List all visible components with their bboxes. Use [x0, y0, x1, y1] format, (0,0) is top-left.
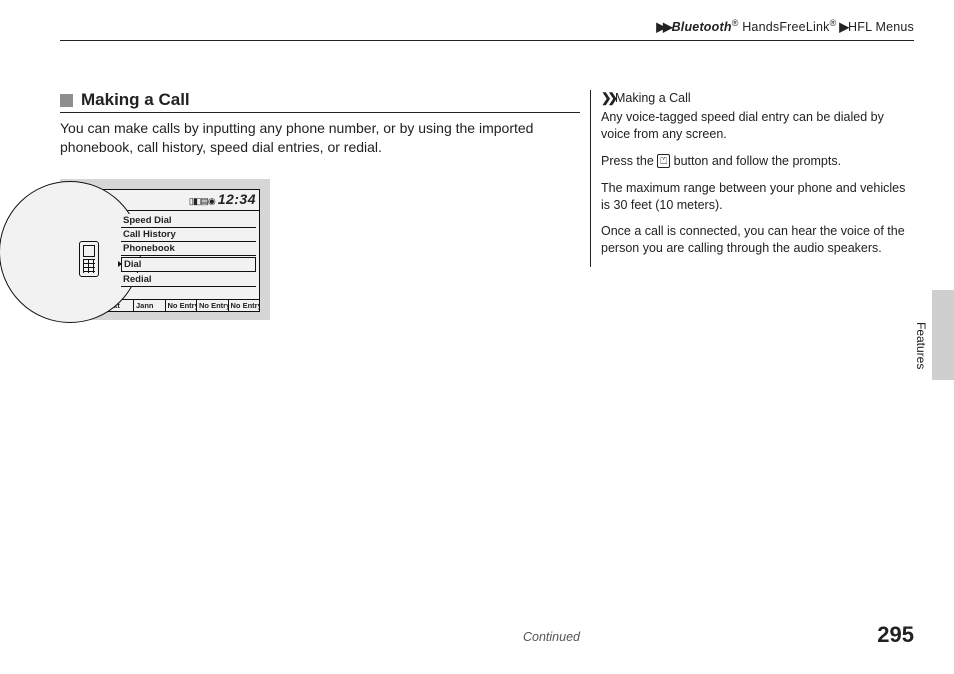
header-rule: [60, 40, 914, 41]
lcd-softkey: No Entry: [229, 300, 260, 311]
sidebar-arrows-icon: ❯❯: [601, 91, 614, 105]
breadcrumb-menus: HFL Menus: [848, 20, 914, 34]
breadcrumb-r2: ®: [830, 18, 837, 28]
breadcrumb-hfl: HandsFreeLink: [739, 20, 830, 34]
talk-button-icon: ⏍: [657, 154, 670, 168]
lcd-menu-item: Speed Dial: [121, 214, 256, 228]
arc-decoration: [0, 181, 141, 323]
square-bullet-icon: [60, 94, 73, 107]
lcd-screen: Phone ▯◧▤◉12:34 Speed DialCall HistoryPh…: [70, 189, 260, 312]
page-number: 295: [877, 622, 914, 648]
breadcrumb-bluetooth: Bluetooth: [672, 20, 732, 34]
main-content: Making a Call You can make calls by inpu…: [60, 90, 580, 320]
intro-text: You can make calls by inputting any phon…: [60, 119, 580, 157]
sidebar-heading: ❯❯Making a Call: [601, 90, 915, 105]
section-tab-label: Features: [914, 322, 928, 369]
lcd-menu: Speed DialCall HistoryPhonebookDialRedia…: [121, 214, 256, 287]
phone-icon: [79, 241, 99, 277]
sidebar-p3: The maximum range between your phone and…: [601, 180, 915, 214]
lcd-menu-item: Call History: [121, 228, 256, 242]
continued-label: Continued: [0, 630, 580, 644]
lcd-menu-item: Dial: [121, 257, 256, 272]
lcd-body: Speed DialCall HistoryPhonebookDialRedia…: [71, 211, 259, 299]
breadcrumb: ▶▶Bluetooth® HandsFreeLink®▶HFL Menus: [656, 18, 914, 34]
sidebar-p1: Any voice-tagged speed dial entry can be…: [601, 109, 915, 143]
breadcrumb-r1: ®: [732, 18, 739, 28]
breadcrumb-arrows: ▶▶: [656, 20, 669, 34]
display-figure: Phone ▯◧▤◉12:34 Speed DialCall HistoryPh…: [60, 179, 270, 320]
lcd-softkey: Jann: [134, 300, 166, 311]
lcd-menu-item: Phonebook: [121, 242, 256, 256]
lcd-softkey: No Entry: [197, 300, 229, 311]
lcd-softkey: No Entry: [166, 300, 198, 311]
lcd-time: 12:34: [218, 191, 256, 207]
sidebar-heading-text: Making a Call: [615, 91, 691, 105]
topic-title: Making a Call: [81, 90, 190, 110]
topic-heading: Making a Call: [60, 90, 580, 113]
section-tab: [932, 290, 954, 380]
lcd-menu-item: Redial: [121, 273, 256, 287]
signal-icon: ▯◧▤◉: [189, 196, 215, 206]
sidebar-p2: Press the ⏍ button and follow the prompt…: [601, 153, 915, 170]
sidebar-p4: Once a call is connected, you can hear t…: [601, 223, 915, 257]
breadcrumb-arrow: ▶: [839, 20, 846, 34]
sidebar: ❯❯Making a Call Any voice-tagged speed d…: [590, 90, 915, 267]
